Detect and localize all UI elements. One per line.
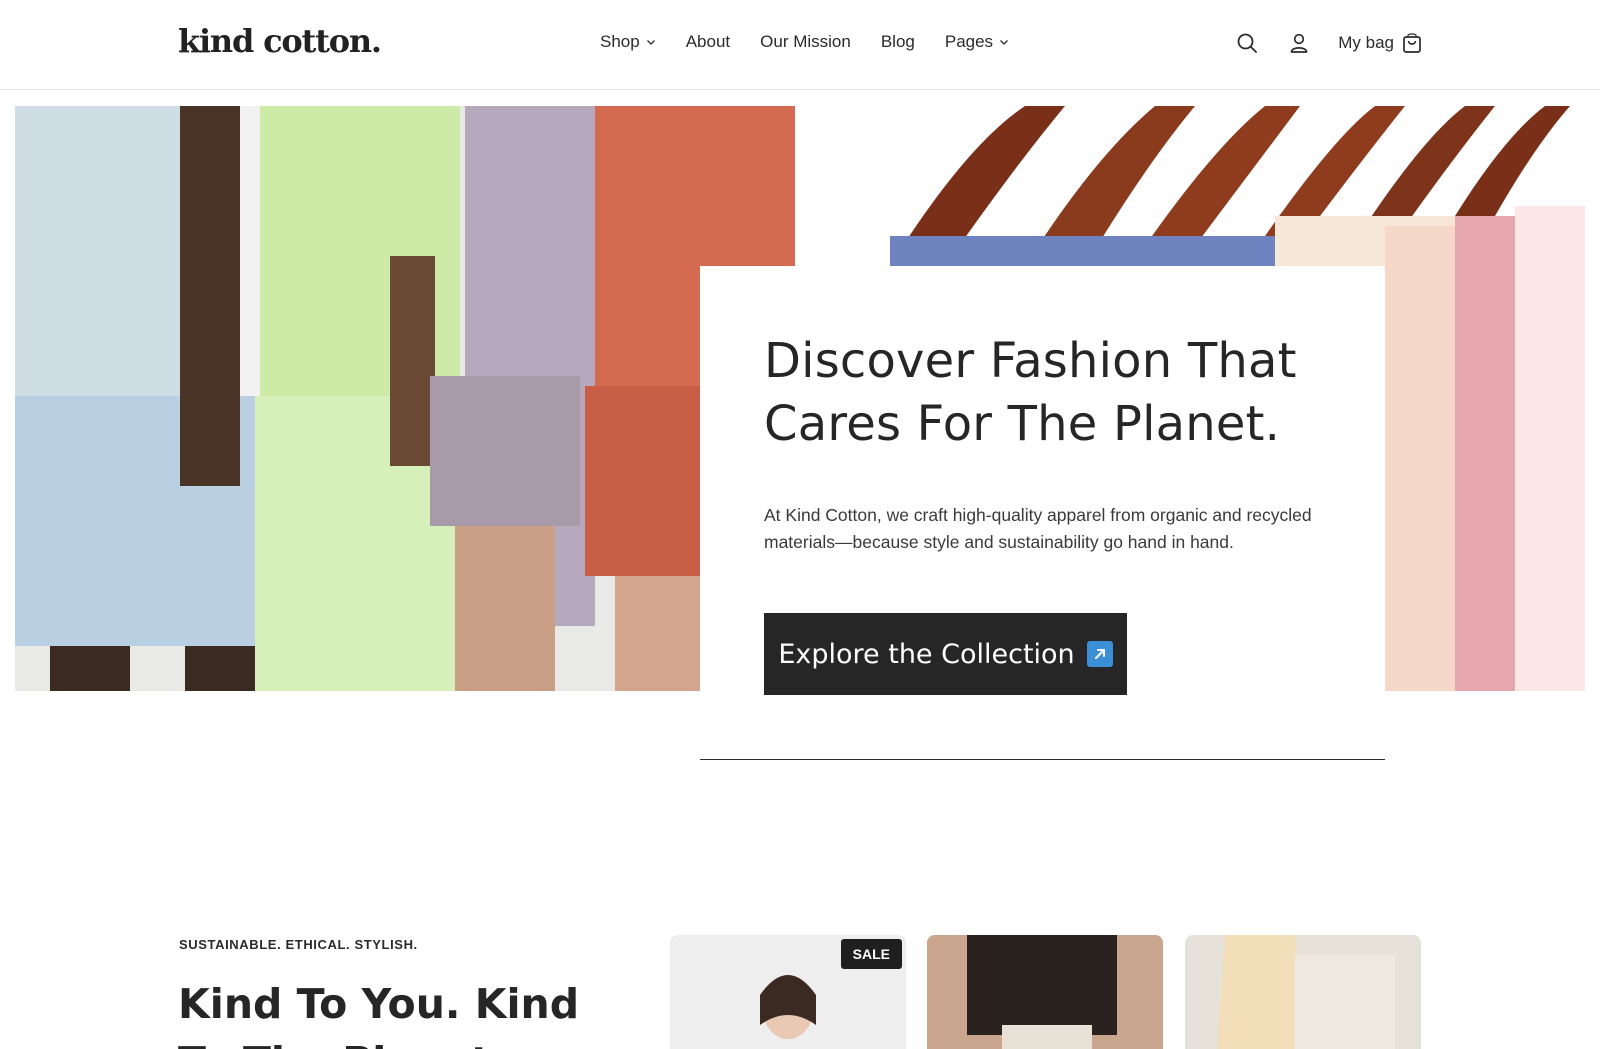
models-illustration (15, 106, 795, 691)
hero-divider (700, 759, 1385, 760)
nav-item-about[interactable]: About (686, 32, 730, 52)
arrow-up-right-icon (1086, 641, 1113, 667)
product-image (1185, 935, 1421, 1049)
nav-item-our-mission[interactable]: Our Mission (760, 32, 851, 52)
nav-label: Shop (600, 32, 640, 51)
nav-item-shop[interactable]: Shop (600, 32, 656, 52)
explore-collection-button[interactable]: Explore the Collection (764, 613, 1127, 695)
cta-label: Explore the Collection (778, 638, 1075, 670)
hero-image-models (15, 106, 795, 691)
product-card[interactable] (927, 935, 1163, 1049)
chevron-down-icon (1000, 40, 1009, 45)
hero-description: At Kind Cotton, we craft high-quality ap… (764, 505, 1312, 552)
search-icon (1237, 33, 1258, 53)
shopping-bag-icon (1403, 33, 1421, 53)
header-actions: My bag (1234, 30, 1422, 56)
nav-label: Pages (944, 32, 994, 51)
brand-logo[interactable]: kind cotton. (178, 22, 382, 60)
account-icon (1290, 33, 1308, 53)
sale-badge: SALE (840, 939, 902, 969)
nav-item-pages[interactable]: Pages (945, 32, 1009, 52)
search-button[interactable] (1234, 30, 1260, 56)
hero-title: Discover Fashion That Cares For The Plan… (764, 333, 1297, 452)
chevron-down-icon (646, 40, 655, 45)
main-nav: Shop About Our Mission Blog Pages (600, 32, 1009, 52)
account-button[interactable] (1286, 30, 1312, 56)
product-card[interactable]: SALE (670, 935, 906, 1049)
nav-label: About (685, 32, 731, 51)
nav-item-blog[interactable]: Blog (881, 32, 915, 52)
bag-label: My bag (1338, 33, 1394, 52)
nav-label: Our Mission (760, 32, 851, 51)
site-header: kind cotton. Shop About Our Mission Blog… (0, 0, 1600, 90)
product-image (927, 935, 1163, 1049)
nav-label: Blog (880, 32, 915, 51)
section-title: Kind To You. Kind To The Planet. (178, 980, 580, 1049)
section-eyebrow: SUSTAINABLE. ETHICAL. STYLISH. (179, 937, 418, 952)
my-bag-button[interactable]: My bag (1338, 32, 1422, 54)
product-card[interactable] (1185, 935, 1421, 1049)
